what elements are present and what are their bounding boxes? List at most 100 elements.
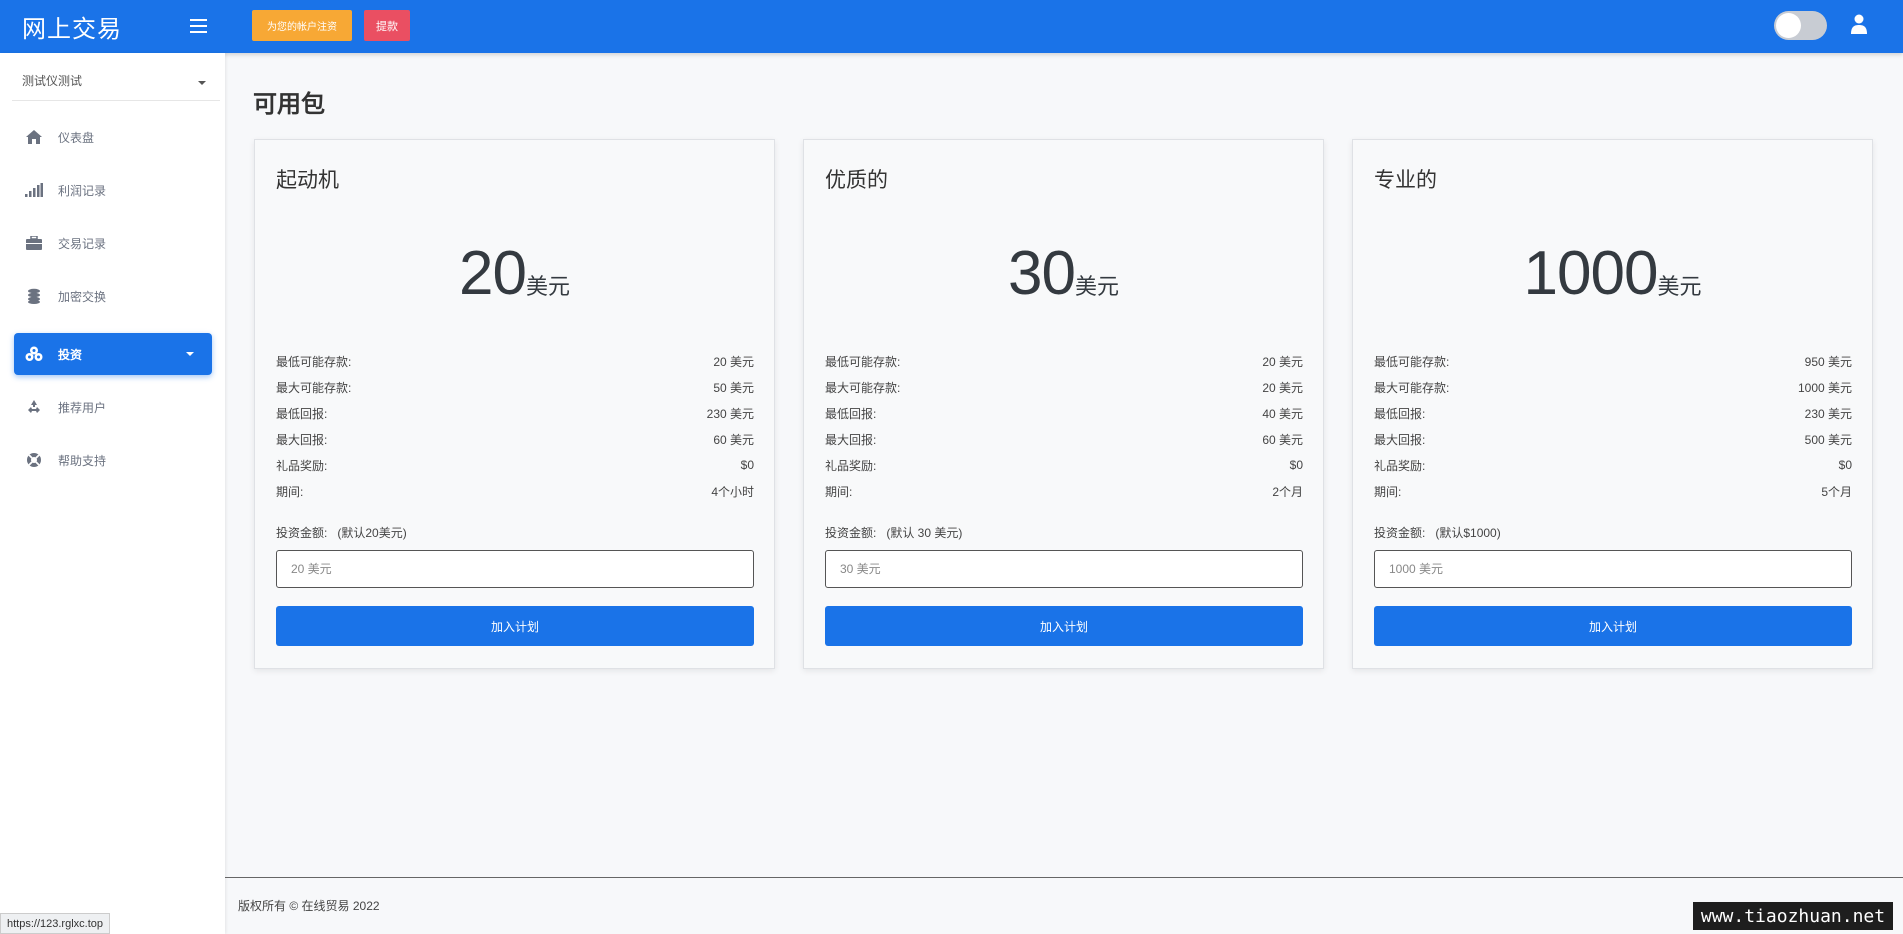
user-icon[interactable] — [1850, 14, 1868, 34]
detail-label: 最低可能存款: — [276, 354, 352, 369]
sidebar: 测试仪测试 仪表盘 利润记录 交易记录 加密交换 投资 推荐用户 帮助支持 — [0, 53, 225, 934]
invest-amount-input[interactable] — [1374, 550, 1852, 588]
detail-label: 礼品奖励: — [1374, 458, 1426, 473]
invest-default-text: (默认20美元) — [337, 526, 407, 540]
footer-divider — [225, 877, 1903, 878]
package-price: 1000美元 — [1353, 238, 1872, 309]
detail-label: 最大可能存款: — [825, 380, 901, 395]
detail-row: 礼品奖励: $0 — [276, 452, 754, 478]
top-navbar: 网上交易 为您的帐户注资 提款 — [0, 0, 1903, 53]
detail-label: 礼品奖励: — [276, 458, 328, 473]
price-amount: 20 — [459, 239, 527, 308]
detail-value: 1000 美元 — [1797, 380, 1852, 395]
detail-row: 最大可能存款: 20 美元 — [825, 374, 1303, 400]
detail-label: 最大回报: — [1374, 432, 1426, 447]
detail-value: 2个月 — [1272, 484, 1303, 499]
package-price: 30美元 — [804, 238, 1323, 309]
invest-default-text: (默认 30 美元) — [886, 526, 963, 540]
detail-row: 最低回报: 230 美元 — [276, 400, 754, 426]
detail-value: $0 — [1289, 458, 1303, 472]
footer-copyright: 版权所有 © 在线贸易 2022 — [238, 899, 380, 913]
sidebar-item-label: 帮助支持 — [58, 453, 107, 468]
detail-value: 40 美元 — [1262, 406, 1303, 421]
detail-row: 礼品奖励: $0 — [1374, 452, 1852, 478]
sidebar-item-label: 投资 — [58, 347, 83, 362]
sidebar-item-profit-records[interactable]: 利润记录 — [14, 169, 212, 211]
detail-label: 最低回报: — [825, 406, 877, 421]
sidebar-item-invest[interactable]: 投资 — [14, 333, 212, 375]
invest-amount-label: 投资金额: (默认$1000) — [1374, 524, 1501, 541]
detail-label: 最低回报: — [276, 406, 328, 421]
package-title: 专业的 — [1374, 169, 1437, 192]
detail-label: 最大回报: — [825, 432, 877, 447]
detail-label: 最低回报: — [1374, 406, 1426, 421]
detail-value: 60 美元 — [713, 432, 754, 447]
theme-toggle[interactable] — [1774, 11, 1827, 40]
package-title: 起动机 — [276, 169, 339, 192]
detail-value: $0 — [740, 458, 754, 472]
sidebar-item-trade-records[interactable]: 交易记录 — [14, 222, 212, 264]
fund-account-button[interactable]: 为您的帐户注资 — [252, 10, 352, 41]
join-plan-button[interactable]: 加入计划 — [825, 606, 1303, 646]
detail-row: 期间: 2个月 — [825, 478, 1303, 504]
detail-value: 500 美元 — [1804, 432, 1852, 447]
detail-value: 950 美元 — [1804, 354, 1852, 369]
coins-icon — [24, 286, 44, 306]
home-icon — [24, 127, 44, 147]
detail-label: 期间: — [276, 484, 304, 499]
watermark: www.tiaozhuan.net — [1693, 902, 1893, 930]
detail-value: 50 美元 — [713, 380, 754, 395]
invest-default-text: (默认$1000) — [1435, 526, 1501, 540]
sidebar-item-referrals[interactable]: 推荐用户 — [14, 386, 212, 428]
detail-row: 最低回报: 40 美元 — [825, 400, 1303, 426]
package-card-starter: 起动机 20美元 最低可能存款: 20 美元 最大可能存款: 50 美元 最低回报:… — [254, 139, 775, 669]
detail-value: 230 美元 — [706, 406, 754, 421]
recycle-icon — [24, 397, 44, 417]
lifebuoy-icon — [24, 450, 44, 470]
detail-label: 期间: — [825, 484, 853, 499]
invest-label-text: 投资金额: — [276, 526, 328, 540]
detail-row: 最低可能存款: 950 美元 — [1374, 348, 1852, 374]
price-unit: 美元 — [1074, 274, 1119, 299]
status-bar-url: https://123.rglxc.top — [0, 913, 110, 934]
detail-label: 最低可能存款: — [825, 354, 901, 369]
signal-bars-icon — [24, 180, 44, 200]
package-details: 最低可能存款: 950 美元 最大可能存款: 1000 美元 最低回报: 230 美元… — [1374, 348, 1852, 504]
sidebar-item-crypto-exchange[interactable]: 加密交换 — [14, 275, 212, 317]
detail-row: 最大可能存款: 1000 美元 — [1374, 374, 1852, 400]
invest-label-text: 投资金额: — [825, 526, 877, 540]
detail-value: 20 美元 — [1262, 380, 1303, 395]
detail-row: 最大回报: 60 美元 — [825, 426, 1303, 452]
detail-row: 期间: 4个小时 — [276, 478, 754, 504]
package-title: 优质的 — [825, 169, 888, 192]
detail-value: 5个月 — [1821, 484, 1852, 499]
withdraw-button[interactable]: 提款 — [364, 10, 410, 41]
invest-label-text: 投资金额: — [1374, 526, 1426, 540]
briefcase-icon — [24, 233, 44, 253]
sidebar-item-dashboard[interactable]: 仪表盘 — [14, 116, 212, 158]
detail-value: $0 — [1838, 458, 1852, 472]
account-selector[interactable]: 测试仪测试 — [12, 67, 220, 101]
package-card-professional: 专业的 1000美元 最低可能存款: 950 美元 最大可能存款: 1000 美元 … — [1352, 139, 1873, 669]
detail-row: 最低可能存款: 20 美元 — [276, 348, 754, 374]
invest-amount-input[interactable] — [276, 550, 754, 588]
invest-amount-label: 投资金额: (默认20美元) — [276, 524, 407, 541]
detail-label: 期间: — [1374, 484, 1402, 499]
hamburger-menu-icon[interactable] — [188, 15, 210, 37]
page-title: 可用包 — [253, 91, 325, 118]
price-amount: 1000 — [1523, 239, 1659, 308]
invest-amount-input[interactable] — [825, 550, 1303, 588]
toggle-knob — [1776, 13, 1801, 38]
package-details: 最低可能存款: 20 美元 最大可能存款: 50 美元 最低回报: 230 美元 最大… — [276, 348, 754, 504]
sidebar-item-help-support[interactable]: 帮助支持 — [14, 439, 212, 481]
brand-logo[interactable]: 网上交易 — [22, 9, 122, 44]
detail-label: 最低可能存款: — [1374, 354, 1450, 369]
sidebar-item-label: 推荐用户 — [58, 400, 107, 415]
join-plan-button[interactable]: 加入计划 — [276, 606, 754, 646]
detail-row: 最低可能存款: 20 美元 — [825, 348, 1303, 374]
chevron-down-icon — [198, 81, 206, 85]
sidebar-item-label: 利润记录 — [58, 183, 107, 198]
detail-value: 4个小时 — [711, 484, 754, 499]
detail-value: 230 美元 — [1804, 406, 1852, 421]
join-plan-button[interactable]: 加入计划 — [1374, 606, 1852, 646]
